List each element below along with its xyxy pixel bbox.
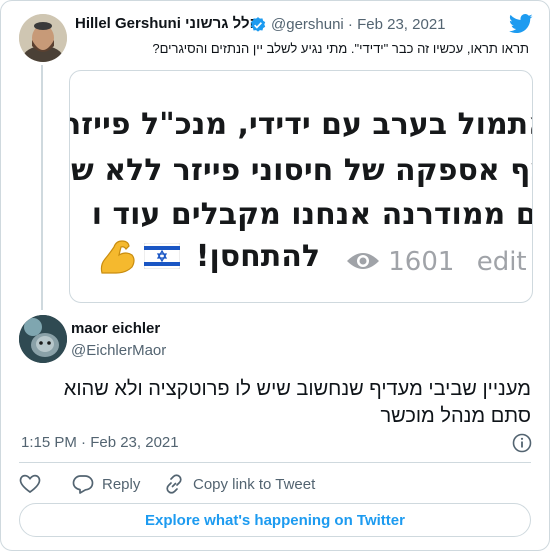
- parent-handle-date[interactable]: @gershuni · Feb 23, 2021: [271, 16, 446, 33]
- parent-author-name[interactable]: Hillel Gershuni הלל גרשוני: [75, 15, 260, 32]
- eye-icon: [347, 253, 379, 269]
- image-text-line-3: גם ממודרנה אנחנו מקבלים עוד ו: [91, 197, 533, 232]
- info-icon[interactable]: [512, 433, 532, 453]
- heart-icon: [19, 474, 41, 494]
- like-button[interactable]: [19, 473, 41, 495]
- israel-flag-emoji: [144, 243, 180, 269]
- avatar-hillel[interactable]: [19, 14, 67, 62]
- image-text-line-1: אתמול בערב עם ידידי, מנכ"ל פייזר: [69, 107, 533, 142]
- twitter-bird-icon[interactable]: [509, 14, 533, 34]
- divider: [19, 462, 531, 463]
- reply-tweet-text: מעניין שביבי מעדיף שנחשוב שיש לו פרוטקצי…: [63, 378, 531, 427]
- verified-badge-icon: [250, 17, 266, 32]
- image-text-line-4: להתחסן!: [195, 239, 320, 274]
- copy-link-label: Copy link to Tweet: [193, 475, 316, 493]
- reply-author-name[interactable]: maor eichler: [71, 320, 160, 337]
- flexed-biceps-emoji: [100, 240, 135, 274]
- parent-tweet-text: תראו תראו, עכשיו זה כבר "ידידי". מתי נגי…: [152, 41, 529, 56]
- reply-bubble-icon: [72, 475, 94, 494]
- image-text-line-2: צף אספקה של חיסוני פייזר ללא ש: [71, 153, 533, 188]
- reply-label: Reply: [102, 475, 141, 493]
- thread-connector: [41, 65, 43, 310]
- image-view-count: 1601 edit: [346, 247, 527, 281]
- tweet-timestamp[interactable]: 1:15 PM · Feb 23, 2021: [21, 434, 179, 451]
- avatar-maor[interactable]: [19, 315, 67, 363]
- embedded-tweet-card: Hillel Gershuni הלל גרשוני @gershuni · F…: [0, 0, 550, 551]
- copy-link-button[interactable]: Copy link to Tweet: [163, 473, 315, 495]
- parent-tweet-image[interactable]: אתמול בערב עם ידידי, מנכ"ל פייזר צף אספק…: [69, 70, 533, 303]
- view-count: 1601: [388, 247, 455, 277]
- explore-twitter-button[interactable]: Explore what's happening on Twitter: [19, 503, 531, 537]
- edit-label: edit: [476, 247, 527, 277]
- link-icon: [166, 474, 182, 494]
- reply-button[interactable]: Reply: [72, 473, 140, 495]
- reply-handle[interactable]: @EichlerMaor: [71, 342, 166, 359]
